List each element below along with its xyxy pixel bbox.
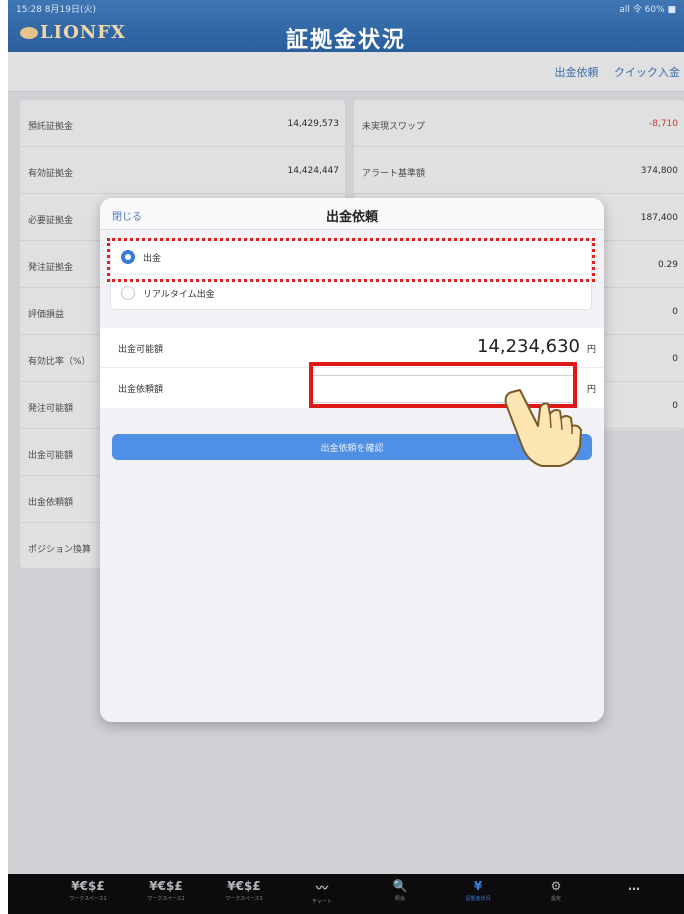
available-amount: 14,234,630	[476, 336, 580, 357]
search-icon: 🔍	[392, 879, 408, 893]
app-header: 15:28 8月19日(火) all 令 60% ■ LIONFX 証拠金状況	[8, 0, 684, 53]
request-label: 出金依頼額	[118, 385, 164, 395]
tab-label: ワークスペース1	[69, 896, 107, 902]
more-icon: …	[628, 879, 640, 893]
tab-label: 照会	[394, 896, 405, 902]
tab-item[interactable]: ¥€$£ ワークスペース1	[52, 874, 124, 914]
chart-icon: 〰	[315, 881, 328, 895]
tab-label: チャート	[312, 899, 332, 905]
tab-item[interactable]: 〰チャート	[286, 874, 358, 914]
tab-label: 設定	[550, 896, 561, 902]
tab-label: 証拠金状況	[465, 896, 491, 902]
tab-label: ワークスペース3	[225, 896, 263, 902]
modal-header: 閉じる 出金依頼	[100, 198, 604, 230]
status-time: 15:28 8月19日(火)	[16, 5, 96, 15]
yen-unit: 円	[586, 345, 596, 355]
modal-title: 出金依頼	[325, 210, 378, 225]
tab-item[interactable]: ¥ 証拠金状況	[442, 874, 514, 914]
tab-item[interactable]: 🔍 照会	[364, 874, 436, 914]
available-label: 出金可能額	[118, 345, 164, 355]
tab-label: ワークスペース2	[147, 896, 185, 902]
currency-icon: ¥€$£	[71, 879, 105, 893]
status-indicators: all 令 60% ■	[619, 5, 676, 15]
currency-icon: ¥€$£	[227, 879, 261, 893]
pointing-hand-icon	[504, 389, 582, 467]
margin-icon: ¥	[473, 879, 483, 893]
radio-unselected-icon[interactable]	[121, 286, 135, 300]
tab-item[interactable]: ⚙ 設定	[520, 874, 592, 914]
tab-item[interactable]: ¥€$£ ワークスペース3	[208, 874, 280, 914]
bottom-tab-bar: ¥€$£ ワークスペース1 ¥€$£ ワークスペース2 ¥€$£ ワークスペース3 〰チャー…	[8, 874, 684, 914]
tab-item[interactable]: …	[598, 874, 670, 914]
tab-item[interactable]: ¥€$£ ワークスペース2	[130, 874, 202, 914]
gear-icon: ⚙	[550, 879, 562, 893]
radio-label: リアルタイム出金	[143, 290, 215, 300]
page-title: 証拠金状況	[285, 28, 406, 53]
currency-icon: ¥€$£	[149, 879, 183, 893]
highlight-dotted-box	[107, 238, 595, 282]
yen-unit: 円	[586, 385, 596, 395]
